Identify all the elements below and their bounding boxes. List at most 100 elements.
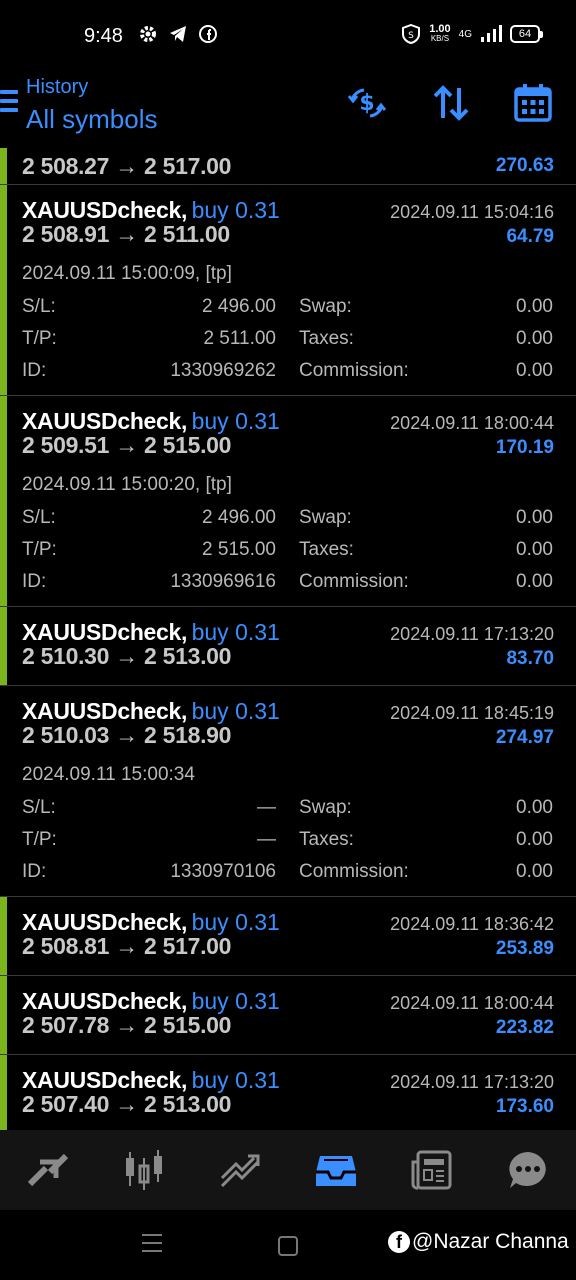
trade-row[interactable]: XAUUSDcheck, buy 0.31 2024.09.11 15:04:1… <box>0 185 576 396</box>
network-type: 4G <box>458 28 472 40</box>
trade-prices: 2 507.40 → 2 513.00 <box>22 1091 232 1117</box>
clock: 9:48 <box>84 25 123 47</box>
trade-profit: 170.19 <box>495 437 554 458</box>
commission-label: Commission: <box>299 360 409 381</box>
shield-icon: S <box>402 24 421 44</box>
nav-history[interactable] <box>306 1140 366 1200</box>
trade-open-time: 2024.09.11 15:00:34 <box>22 764 195 785</box>
trade-history-list: 2 508.27 → 2 517.00 270.63 XAUUSDcheck, … <box>0 148 576 1134</box>
svg-text:S: S <box>408 31 414 41</box>
trade-direction: buy 0.31 <box>191 197 280 223</box>
news-icon <box>411 1150 452 1190</box>
trade-symbol: XAUUSDcheck, <box>22 619 188 645</box>
id-value: 1330969616 <box>170 571 276 592</box>
trade-row[interactable]: XAUUSDcheck, buy 0.31 2024.09.11 17:13:2… <box>0 607 576 686</box>
nav-quotes[interactable] <box>18 1140 78 1200</box>
id-label: ID: <box>22 861 47 882</box>
deposit-button[interactable]: $ <box>346 82 388 124</box>
telegram-icon <box>170 26 186 42</box>
nav-chart[interactable] <box>114 1140 174 1200</box>
symbol-filter[interactable]: All symbols <box>26 104 157 135</box>
tp-value: 2 515.00 <box>202 539 276 560</box>
trade-symbol: XAUUSDcheck, <box>22 408 188 434</box>
trade-prices: 2 509.51 → 2 515.00 <box>22 432 232 458</box>
taxes-label: Taxes: <box>299 328 354 349</box>
id-label: ID: <box>22 571 47 592</box>
hamburger-menu-icon[interactable] <box>0 90 18 112</box>
watermark-text: @Nazar Channa <box>412 1230 569 1253</box>
battery-indicator: 64 <box>510 25 543 43</box>
recent-apps-icon[interactable] <box>142 1234 162 1254</box>
sl-value: 2 496.00 <box>202 507 276 528</box>
trade-open-time: 2024.09.11 15:00:20, [tp] <box>22 474 232 495</box>
trade-close-time: 2024.09.11 18:45:19 <box>390 703 554 723</box>
tp-value: — <box>257 829 276 850</box>
trade-details: 2024.09.11 15:00:20, [tp] S/L: 2 496.00 S… <box>22 460 554 606</box>
trade-symbol: XAUUSDcheck, <box>22 197 188 223</box>
trade-row[interactable]: 2 508.27 → 2 517.00 270.63 <box>0 148 576 185</box>
status-bar: 9:48 S 1.00 KB/S 4G 64 <box>0 0 576 72</box>
trade-prices: 2 510.03 → 2 518.90 <box>22 722 232 748</box>
facebook-logo-icon: f <box>388 1231 410 1253</box>
swap-value: 0.00 <box>516 296 553 317</box>
trade-direction: buy 0.31 <box>191 988 280 1014</box>
messages-icon <box>509 1152 546 1188</box>
bottom-navigation <box>0 1130 576 1210</box>
header-subtitle: History <box>26 76 89 98</box>
home-icon[interactable] <box>278 1236 298 1256</box>
swap-value: 0.00 <box>516 797 553 818</box>
trade-close-time: 2024.09.11 15:04:16 <box>390 202 554 222</box>
trade-profit: 223.82 <box>495 1017 554 1038</box>
trade-row[interactable]: XAUUSDcheck, buy 0.31 2024.09.11 18:36:4… <box>0 897 576 976</box>
trade-row[interactable]: XAUUSDcheck, buy 0.31 2024.09.11 17:13:2… <box>0 1055 576 1134</box>
trade-close-time: 2024.09.11 18:00:44 <box>390 993 554 1013</box>
trade-row[interactable]: XAUUSDcheck, buy 0.31 2024.09.11 18:45:1… <box>0 686 576 897</box>
trade-symbol: XAUUSDcheck, <box>22 909 188 935</box>
trade-close-time: 2024.09.11 18:00:44 <box>390 413 554 433</box>
trade-profit: 83.70 <box>506 648 554 669</box>
taxes-value: 0.00 <box>516 539 553 560</box>
trade-profit: 253.89 <box>495 938 554 959</box>
nav-messages[interactable] <box>498 1140 558 1200</box>
history-icon <box>316 1156 356 1186</box>
taxes-value: 0.00 <box>516 829 553 850</box>
trade-prices: 2 510.30 → 2 513.00 <box>22 643 232 669</box>
trade-direction: buy 0.31 <box>191 1067 280 1093</box>
nav-trade[interactable] <box>210 1140 270 1200</box>
trade-direction: buy 0.31 <box>191 619 280 645</box>
trade-symbol: XAUUSDcheck, <box>22 1067 188 1093</box>
trade-prices: 2 508.91 → 2 511.00 <box>22 221 230 247</box>
trade-direction: buy 0.31 <box>191 909 280 935</box>
trade-profit: 270.63 <box>495 155 554 176</box>
taxes-value: 0.00 <box>516 328 553 349</box>
sort-arrows-icon <box>433 85 469 121</box>
trade-profit: 173.60 <box>495 1096 554 1117</box>
trade-direction: buy 0.31 <box>191 698 280 724</box>
facebook-icon <box>199 25 217 43</box>
id-value: 1330969262 <box>170 360 276 381</box>
trade-icon <box>220 1154 260 1188</box>
trade-prices: 2 507.78 → 2 515.00 <box>22 1012 232 1038</box>
trade-symbol: XAUUSDcheck, <box>22 698 188 724</box>
nav-news[interactable] <box>402 1140 462 1200</box>
sort-button[interactable] <box>430 82 472 124</box>
trade-row[interactable]: XAUUSDcheck, buy 0.31 2024.09.11 18:00:4… <box>0 396 576 607</box>
trade-profit: 274.97 <box>495 727 554 748</box>
sl-value: — <box>257 797 276 818</box>
date-range-button[interactable] <box>512 82 554 124</box>
trade-open-time: 2024.09.11 15:00:09, [tp] <box>22 263 232 284</box>
tp-label: T/P: <box>22 829 57 850</box>
swap-label: Swap: <box>299 296 352 317</box>
sl-label: S/L: <box>22 296 56 317</box>
commission-value: 0.00 <box>516 861 553 882</box>
signal-icon <box>481 25 502 42</box>
tp-label: T/P: <box>22 539 57 560</box>
trade-row[interactable]: XAUUSDcheck, buy 0.31 2024.09.11 18:00:4… <box>0 976 576 1055</box>
trade-details: 2024.09.11 15:00:34 S/L: — Swap: 0.00 T/P:… <box>22 750 554 896</box>
trade-close-time: 2024.09.11 17:13:20 <box>390 624 554 644</box>
trade-close-time: 2024.09.11 17:13:20 <box>390 1072 554 1092</box>
svg-text:$: $ <box>359 91 374 116</box>
id-value: 1330970106 <box>170 861 276 882</box>
taxes-label: Taxes: <box>299 539 354 560</box>
taxes-label: Taxes: <box>299 829 354 850</box>
